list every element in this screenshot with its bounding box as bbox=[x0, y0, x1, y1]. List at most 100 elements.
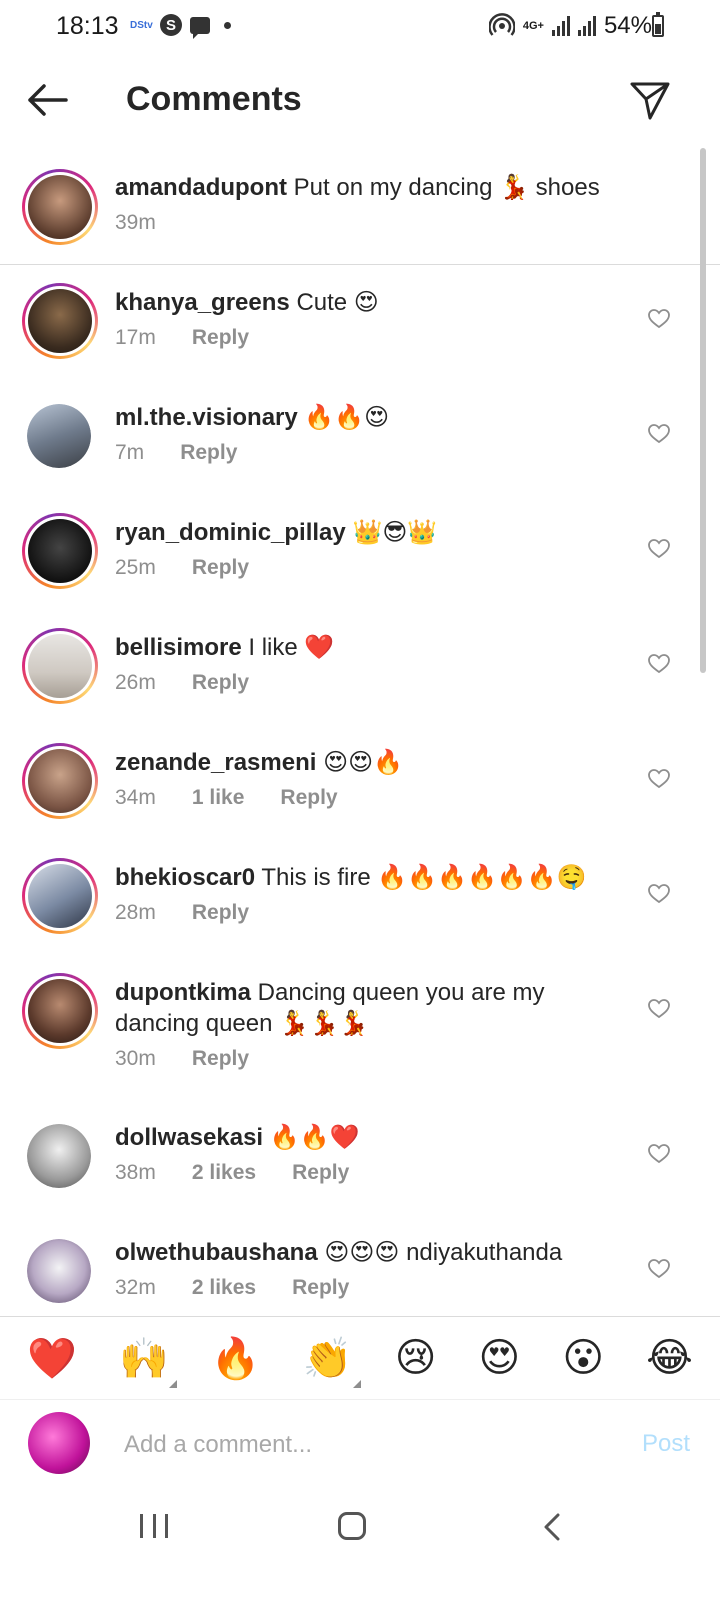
comment-time: 34m bbox=[115, 786, 156, 809]
my-avatar bbox=[28, 1412, 90, 1474]
reaction-heart-eyes[interactable]: 😍 bbox=[479, 1335, 521, 1381]
avatar[interactable] bbox=[27, 1124, 91, 1188]
status-time: 18:13 bbox=[56, 12, 119, 40]
avatar[interactable] bbox=[22, 743, 98, 819]
reaction-raising-hands[interactable]: 🙌 bbox=[118, 1335, 177, 1388]
comment-username[interactable]: ryan_dominic_pillay bbox=[115, 519, 346, 546]
reply-button[interactable]: Reply bbox=[192, 671, 249, 695]
like-heart-icon[interactable] bbox=[648, 654, 670, 674]
like-count[interactable]: 2 likes bbox=[192, 1276, 256, 1300]
dstv-icon: DStv bbox=[130, 19, 153, 31]
post-button[interactable]: Post bbox=[642, 1430, 690, 1458]
more-notifications-dot-icon bbox=[224, 21, 231, 29]
comment-time: 30m bbox=[115, 1047, 156, 1070]
caption-body: Put on my dancing 💃 shoes bbox=[293, 174, 600, 201]
comment-text: I like ❤️ bbox=[248, 634, 335, 661]
comment-text: This is fire 🔥🔥🔥🔥🔥🔥🤤 bbox=[261, 864, 587, 891]
system-indicators: 4G+ 54% bbox=[488, 12, 652, 40]
s-app-icon: S bbox=[160, 14, 182, 36]
comment-username[interactable]: zenande_rasmeni bbox=[115, 749, 316, 776]
battery-level bbox=[655, 24, 661, 34]
page-title: Comments bbox=[126, 80, 302, 118]
reaction-raising-hands-glyph: 🙌 bbox=[118, 1335, 169, 1382]
avatar[interactable] bbox=[22, 283, 98, 359]
comment-text: 😍😍🔥 bbox=[323, 749, 404, 776]
system-nav-bar bbox=[0, 1490, 720, 1600]
reaction-crying[interactable]: 😢 bbox=[395, 1335, 437, 1381]
skin-tone-corner-icon bbox=[168, 1379, 177, 1388]
comment-text: 😍😍😍 ndiyakuthanda bbox=[324, 1239, 563, 1266]
avatar[interactable] bbox=[22, 858, 98, 934]
reply-button[interactable]: Reply bbox=[292, 1161, 349, 1185]
like-heart-icon[interactable] bbox=[648, 539, 670, 559]
reply-button[interactable]: Reply bbox=[180, 441, 237, 465]
avatar[interactable] bbox=[27, 1239, 91, 1303]
comment-username[interactable]: ml.the.visionary bbox=[115, 404, 298, 431]
comment-time: 38m bbox=[115, 1161, 156, 1184]
nav-back-icon[interactable] bbox=[540, 1512, 564, 1542]
like-heart-icon[interactable] bbox=[648, 424, 670, 444]
add-comment-input[interactable] bbox=[124, 1428, 584, 1462]
comment-time: 17m bbox=[115, 326, 156, 349]
comment-username[interactable]: olwethubaushana bbox=[115, 1239, 318, 1266]
comment-username[interactable]: dupontkima bbox=[115, 979, 251, 1006]
caption-avatar[interactable] bbox=[22, 169, 98, 245]
like-heart-icon[interactable] bbox=[648, 884, 670, 904]
direct-send-icon[interactable] bbox=[628, 78, 672, 122]
reply-button[interactable]: Reply bbox=[192, 901, 249, 925]
avatar[interactable] bbox=[27, 404, 91, 468]
message-icon bbox=[190, 16, 210, 39]
like-heart-icon[interactable] bbox=[648, 1144, 670, 1164]
like-count[interactable]: 1 like bbox=[192, 786, 245, 810]
caption-text: amandadupont Put on my dancing 💃 shoes bbox=[115, 172, 615, 203]
like-heart-icon[interactable] bbox=[648, 1259, 670, 1279]
comment-text: 🔥🔥❤️ bbox=[269, 1124, 360, 1151]
status-bar: 18:13 DStv S 4G+ 54% bbox=[0, 0, 720, 56]
comment-username[interactable]: khanya_greens bbox=[115, 289, 290, 316]
reply-button[interactable]: Reply bbox=[192, 326, 249, 350]
scrollbar[interactable] bbox=[700, 148, 706, 673]
reaction-heart[interactable]: ❤️ bbox=[27, 1335, 77, 1382]
comment-time: 25m bbox=[115, 556, 156, 579]
caption-time: 39m bbox=[115, 211, 156, 234]
like-heart-icon[interactable] bbox=[648, 309, 670, 329]
comment-username[interactable]: bellisimore bbox=[115, 634, 242, 661]
reaction-fire[interactable]: 🔥 bbox=[211, 1335, 261, 1382]
reply-button[interactable]: Reply bbox=[192, 1047, 249, 1071]
recent-apps-button[interactable] bbox=[140, 1514, 168, 1538]
skin-tone-corner-icon bbox=[352, 1379, 361, 1388]
network-type: 4G+ bbox=[522, 20, 544, 32]
post-caption: amandadupont Put on my dancing 💃 shoes 3… bbox=[0, 150, 720, 265]
comment-composer: Post bbox=[0, 1400, 720, 1490]
like-heart-icon[interactable] bbox=[648, 999, 670, 1019]
comment-text: 🔥🔥😍 bbox=[304, 404, 390, 431]
reaction-laughing[interactable]: 😂 bbox=[646, 1335, 693, 1381]
hotspot-icon bbox=[488, 13, 515, 36]
avatar[interactable] bbox=[22, 973, 98, 1049]
like-heart-icon[interactable] bbox=[648, 769, 670, 789]
back-arrow-icon[interactable] bbox=[24, 80, 70, 120]
avatar[interactable] bbox=[22, 628, 98, 704]
reply-button[interactable]: Reply bbox=[280, 786, 337, 810]
reaction-clapping-glyph: 👏 bbox=[302, 1335, 353, 1382]
home-button[interactable] bbox=[338, 1512, 366, 1540]
comment-time: 28m bbox=[115, 901, 156, 924]
comment-username[interactable]: bhekioscar0 bbox=[115, 864, 255, 891]
reaction-surprised[interactable]: 😮 bbox=[562, 1335, 604, 1381]
comment-time: 26m bbox=[115, 671, 156, 694]
comment-time: 32m bbox=[115, 1276, 156, 1299]
header: Comments bbox=[0, 58, 720, 146]
signal-icon-2 bbox=[577, 16, 596, 36]
comment-username[interactable]: dollwasekasi bbox=[115, 1124, 263, 1151]
comment-text: 👑😎👑 bbox=[352, 519, 438, 546]
like-count[interactable]: 2 likes bbox=[192, 1161, 256, 1185]
signal-icon bbox=[551, 16, 570, 36]
notification-icons: DStv S bbox=[130, 14, 231, 39]
comment-text: Cute 😍 bbox=[296, 289, 379, 316]
caption-username[interactable]: amandadupont bbox=[115, 174, 287, 201]
reaction-clapping[interactable]: 👏 bbox=[302, 1335, 361, 1388]
reply-button[interactable]: Reply bbox=[292, 1276, 349, 1300]
reply-button[interactable]: Reply bbox=[192, 556, 249, 580]
quick-reaction-bar: ❤️ 🙌 🔥 👏 😢 😍 😮 😂 bbox=[0, 1316, 720, 1400]
avatar[interactable] bbox=[22, 513, 98, 589]
